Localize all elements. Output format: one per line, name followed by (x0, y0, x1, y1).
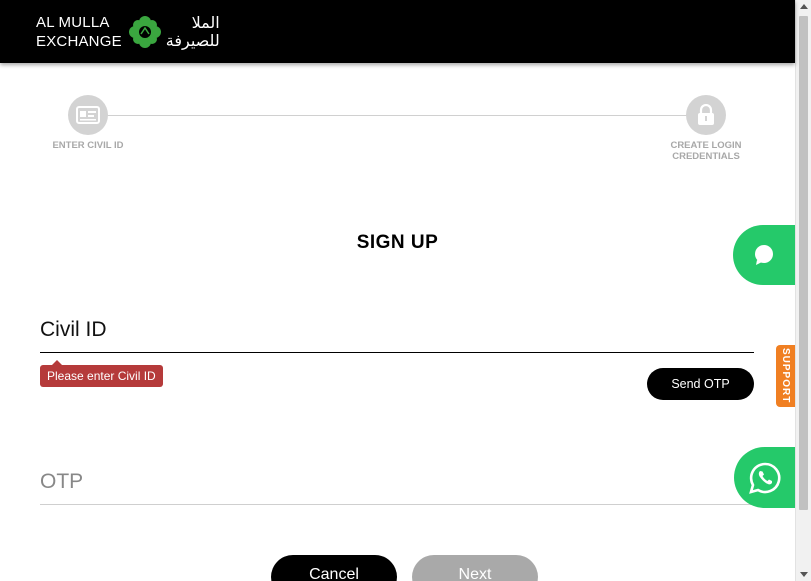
chat-bubble-icon (755, 245, 773, 265)
step-civil-id-icon-circle (68, 95, 108, 135)
step-label-create-login-credentials: CREATE LOGIN CREDENTIALS (656, 140, 756, 162)
page-scrollbar[interactable] (795, 0, 811, 581)
logo-en-line2: EXCHANGE (36, 33, 122, 50)
step-label-line2: CREDENTIALS (672, 151, 740, 162)
step-label-line1: CREATE LOGIN (670, 140, 742, 151)
step-credentials-icon-circle (686, 95, 726, 135)
support-tab[interactable]: SUPPORT (776, 345, 795, 407)
scrollbar-thumb[interactable] (799, 16, 808, 510)
scroll-down-arrow-icon[interactable] (800, 572, 808, 577)
logo-english-text: AL MULLA EXCHANGE (36, 13, 122, 51)
logo-ar-line1: الملا (191, 13, 220, 32)
logo-flower-icon (128, 16, 161, 48)
cancel-button[interactable]: Cancel (271, 555, 397, 581)
support-label: SUPPORT (780, 348, 791, 404)
app-header: AL MULLA EXCHANGE الملا للصيرفة (0, 0, 795, 63)
lock-icon (698, 104, 714, 125)
whatsapp-icon (748, 462, 780, 494)
civil-id-field[interactable]: Civil ID (40, 318, 754, 354)
civil-id-label: Civil ID (40, 318, 107, 341)
step-label-enter-civil-id: ENTER CIVIL ID (52, 140, 124, 151)
otp-field[interactable]: OTP (40, 470, 754, 506)
otp-label: OTP (40, 470, 84, 493)
logo-en-line1: AL MULLA (36, 14, 110, 31)
logo-arabic-text: الملا للصيرفة (166, 14, 220, 50)
al-mulla-logo[interactable]: AL MULLA EXCHANGE الملا للصيرفة (36, 10, 220, 54)
send-otp-button[interactable]: Send OTP (647, 368, 754, 400)
civil-id-underline (40, 352, 754, 353)
next-button[interactable]: Next (412, 555, 538, 581)
live-chat-button[interactable] (733, 225, 795, 285)
logo-ar-line2: للصيرفة (165, 31, 220, 50)
otp-underline (40, 504, 754, 505)
stepper-progress-line (88, 115, 706, 116)
civil-id-error-tooltip: Please enter Civil ID (40, 360, 163, 387)
page-title: SIGN UP (356, 232, 439, 253)
scroll-up-arrow-icon[interactable] (800, 4, 808, 9)
whatsapp-button[interactable] (734, 447, 795, 508)
id-card-icon (76, 106, 100, 124)
